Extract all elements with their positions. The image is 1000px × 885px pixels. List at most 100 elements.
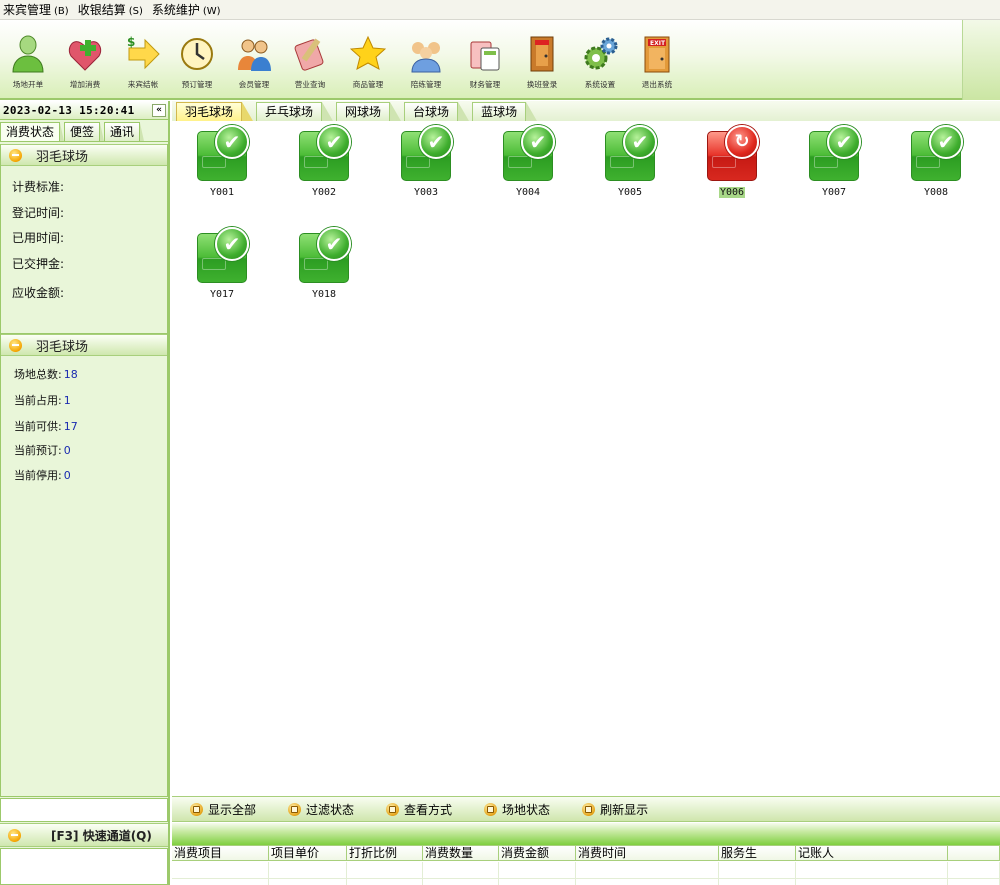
tab-venue-5[interactable]: 蓝球场 — [472, 102, 538, 121]
consumption-grid-header: 消费项目 项目单价 打折比例 消费数量 消费金额 消费时间 服务生 记账人 — [172, 845, 1000, 861]
exit-door-icon: EXIT — [639, 34, 675, 74]
tool-label: 过滤状态 — [306, 802, 355, 817]
collapse-section-icon[interactable] — [9, 338, 22, 352]
court-status-button[interactable]: 场地状态 — [484, 801, 550, 818]
elapsed-time-label: 已用时间: — [12, 231, 65, 245]
grid-column-header[interactable] — [948, 845, 1000, 861]
amount-due-label: 应收金额: — [12, 286, 65, 300]
toolbar-button-7[interactable]: 商品管理 — [338, 34, 398, 96]
refresh-button[interactable]: 刷新显示 — [582, 801, 648, 818]
collapse-panel-button[interactable]: « — [152, 103, 166, 117]
tab-notes[interactable]: 便签 — [64, 122, 105, 141]
finance-icon — [467, 34, 503, 74]
grid-column-header[interactable]: 记账人 — [796, 845, 948, 861]
members-icon — [236, 34, 272, 74]
toolbar-button-label: 退出系统 — [641, 80, 673, 89]
available-check-icon: ✔ — [215, 125, 249, 159]
toolbar-button-label: 增加消费 — [69, 80, 101, 89]
court-tile[interactable]: ✔ Y005 — [580, 125, 680, 225]
tool-icon — [582, 802, 596, 816]
toolbar-button-label: 来宾结帐 — [127, 80, 159, 89]
grid-column-header[interactable]: 项目单价 — [269, 845, 347, 861]
toolbar-button-12[interactable]: EXIT 退出系统 — [627, 34, 687, 96]
grid-column-header[interactable]: 消费金额 — [499, 845, 576, 861]
main-toolbar: 场地开单 增加消费 $ 来宾结帐 预订管理 会员管理 营业查询 商品管理 陪练管理 财务管理 换班登… — [0, 20, 1000, 100]
grid-column-divider — [268, 862, 269, 885]
available-check-icon: ✔ — [215, 227, 249, 261]
show-all-button[interactable]: 显示全部 — [190, 801, 256, 818]
court-name: Y004 — [515, 187, 541, 198]
grid-column-header[interactable]: 消费数量 — [423, 845, 499, 861]
tab-venue-2[interactable]: 乒乓球场 — [256, 102, 334, 121]
grid-column-header[interactable]: 服务生 — [719, 845, 796, 861]
view-mode-button[interactable]: 查看方式 — [386, 801, 452, 818]
tab-venue-3[interactable]: 网球场 — [336, 102, 402, 121]
tab-consumption-status[interactable]: 消费状态 — [0, 122, 65, 141]
main-area: 羽毛球场 乒乓球场 网球场 台球场 蓝球场 ✔ Y001 ✔ Y002 ✔ Y003 ✔ Y004 ✔ Y… — [172, 101, 1000, 885]
court-tile[interactable]: ✔ Y008 — [886, 125, 986, 225]
tab-messages[interactable]: 通讯 — [104, 122, 145, 141]
court-name: Y007 — [821, 187, 847, 198]
court-name: Y006 — [718, 187, 746, 198]
court-name: Y003 — [413, 187, 439, 198]
court-name: Y005 — [617, 187, 643, 198]
menu-system-maintenance[interactable]: 系统维护 (W) — [149, 1, 227, 18]
available-check-icon: ✔ — [317, 125, 351, 159]
venue-tabs: 羽毛球场 乒乓球场 网球场 台球场 蓝球场 — [172, 101, 1000, 123]
add-consumption-icon — [67, 34, 103, 74]
stat-available: 当前可供: 17 — [14, 420, 78, 433]
toolbar-button-8[interactable]: 陪练管理 — [396, 34, 456, 96]
filter-status-button[interactable]: 过滤状态 — [288, 801, 354, 818]
available-check-icon: ✔ — [521, 125, 555, 159]
stat-reserved: 当前预订: 0 — [14, 444, 71, 457]
toolbar-button-5[interactable]: 会员管理 — [224, 34, 284, 96]
toolbar-button-6[interactable]: 营业查询 — [280, 34, 340, 96]
tool-icon — [288, 802, 302, 816]
court-tile[interactable]: ✔ Y002 — [274, 125, 374, 225]
toolbar-button-label: 换班登录 — [526, 80, 558, 89]
toolbar-edge — [962, 20, 1000, 100]
query-icon — [292, 34, 328, 74]
toolbar-button-9[interactable]: 财务管理 — [455, 34, 515, 96]
grid-column-divider — [575, 862, 576, 885]
court-tile[interactable]: ✔ Y018 — [274, 227, 374, 327]
occupied-status-icon: ↻ — [725, 125, 759, 159]
toolbar-button-label: 场地开单 — [12, 80, 44, 89]
grid-row-divider — [172, 878, 1000, 879]
available-check-icon: ✔ — [929, 125, 963, 159]
available-check-icon: ✔ — [623, 125, 657, 159]
toolbar-button-1[interactable]: 场地开单 — [0, 34, 58, 96]
grid-column-divider — [346, 862, 347, 885]
court-tile[interactable]: ✔ Y017 — [172, 227, 272, 327]
grid-column-header[interactable]: 打折比例 — [347, 845, 423, 861]
collapse-section-icon[interactable] — [9, 148, 22, 162]
toolbar-button-4[interactable]: 预订管理 — [167, 34, 227, 96]
grid-column-divider — [795, 862, 796, 885]
grid-column-divider — [498, 862, 499, 885]
tool-label: 场地状态 — [502, 802, 551, 817]
toolbar-button-label: 财务管理 — [469, 80, 501, 89]
toolbar-button-2[interactable]: 增加消费 — [55, 34, 115, 96]
court-tile[interactable]: ✔ Y007 — [784, 125, 884, 225]
menu-guest-management[interactable]: 来宾管理 (B) — [0, 1, 75, 18]
menu-cashier[interactable]: 收银结算 (S) — [75, 1, 149, 18]
quick-channel-header[interactable]: [F3] 快速通道(Q) — [0, 823, 168, 847]
grid-column-header[interactable]: 消费时间 — [576, 845, 719, 861]
court-tile[interactable]: ✔ Y003 — [376, 125, 476, 225]
tool-label: 查看方式 — [404, 802, 453, 817]
tab-venue-4[interactable]: 台球场 — [404, 102, 470, 121]
toolbar-button-11[interactable]: 系统设置 — [570, 34, 630, 96]
court-tile[interactable]: ✔ Y004 — [478, 125, 578, 225]
toolbar-button-10[interactable]: 换班登录 — [512, 34, 572, 96]
court-tile[interactable]: ↻ Y006 — [682, 125, 782, 225]
collapse-section-icon[interactable] — [8, 828, 21, 842]
court-tile[interactable]: ✔ Y001 — [172, 125, 272, 225]
grid-column-divider — [718, 862, 719, 885]
court-stats-header: 羽毛球场 — [1, 334, 167, 356]
available-check-icon: ✔ — [827, 125, 861, 159]
grid-column-header[interactable]: 消费项目 — [172, 845, 269, 861]
shift-door-icon — [524, 34, 560, 74]
stat-total-courts: 场地总数: 18 — [14, 368, 78, 381]
tab-venue-1[interactable]: 羽毛球场 — [176, 102, 254, 121]
toolbar-button-3[interactable]: $ 来宾结帐 — [113, 34, 173, 96]
